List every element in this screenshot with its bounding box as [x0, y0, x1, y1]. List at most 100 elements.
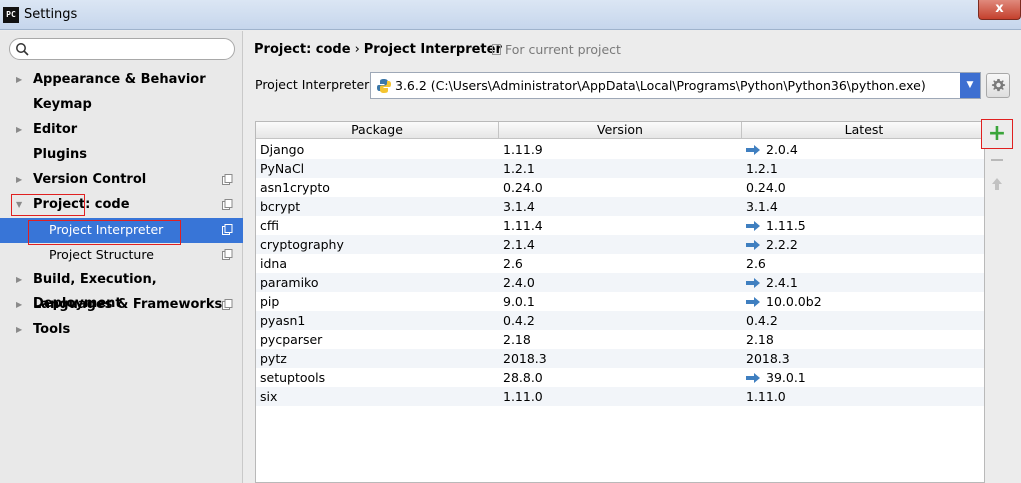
upgrade-arrow-icon	[746, 297, 760, 307]
package-latest: 2018.3	[746, 349, 790, 368]
sidebar-item-build-execution-deployment[interactable]: ▶ Build, Execution, Deployment	[0, 268, 243, 311]
sidebar-item-appearance-behavior[interactable]: ▶ Appearance & Behavior	[0, 68, 243, 93]
table-row[interactable]: setuptools 28.8.0 39.0.1	[256, 368, 984, 387]
package-latest-value: 2.2.2	[766, 237, 798, 252]
sidebar-item-plugins[interactable]: Plugins	[0, 143, 243, 168]
table-row[interactable]: idna 2.6 2.6	[256, 254, 984, 273]
package-version: 2.1.4	[503, 237, 535, 252]
breadcrumb-current: Project Interpreter	[363, 42, 502, 57]
breadcrumb-separator: ›	[354, 42, 360, 57]
package-name: asn1crypto	[260, 180, 330, 195]
project-scope-icon	[222, 249, 233, 260]
sidebar-item-languages-frameworks[interactable]: ▶ Languages & Frameworks	[0, 293, 243, 318]
sidebar-item-label: Plugins	[33, 147, 87, 162]
close-button[interactable]: x	[978, 0, 1021, 20]
expand-arrow-icon[interactable]: ▶	[16, 168, 22, 192]
upgrade-package-button[interactable]	[989, 177, 1005, 191]
project-scope-icon	[222, 199, 233, 210]
sidebar-item-label: Editor	[33, 122, 78, 137]
package-latest: 3.1.4	[746, 197, 778, 216]
package-latest: 2.18	[746, 330, 774, 349]
install-package-button[interactable]: +	[981, 119, 1013, 149]
package-name: paramiko	[260, 275, 319, 290]
sidebar-item-tools[interactable]: ▶ Tools	[0, 318, 243, 343]
package-latest-value: 1.11.0	[746, 389, 786, 404]
uninstall-package-button[interactable]	[991, 159, 1003, 161]
title-bar: PC Settings x	[0, 0, 1021, 30]
package-name: cffi	[260, 218, 279, 233]
package-latest: 0.24.0	[746, 178, 786, 197]
package-name: pycparser	[260, 332, 323, 347]
package-name: pytz	[260, 351, 287, 366]
table-row[interactable]: cffi 1.11.4 1.11.5	[256, 216, 984, 235]
package-name: pyasn1	[260, 313, 306, 328]
sidebar-item-editor[interactable]: ▶ Editor	[0, 118, 243, 143]
package-latest-value: 1.11.5	[766, 218, 806, 233]
package-name: PyNaCl	[260, 161, 305, 176]
package-latest-value: 39.0.1	[766, 370, 806, 385]
package-version: 2.4.0	[503, 275, 535, 290]
table-row[interactable]: bcrypt 3.1.4 3.1.4	[256, 197, 984, 216]
package-name: bcrypt	[260, 199, 301, 214]
table-row[interactable]: pytz 2018.3 2018.3	[256, 349, 984, 368]
expand-arrow-icon[interactable]: ▶	[16, 118, 22, 142]
dropdown-arrow-icon[interactable]: ▼	[960, 73, 980, 98]
sidebar-item-label: Tools	[33, 322, 71, 337]
package-latest-value: 0.4.2	[746, 313, 778, 328]
table-header: Package Version Latest	[256, 122, 984, 139]
table-row[interactable]: pyasn1 0.4.2 0.4.2	[256, 311, 984, 330]
table-row[interactable]: six 1.11.0 1.11.0	[256, 387, 984, 406]
search-icon	[16, 43, 29, 56]
upgrade-arrow-icon	[746, 221, 760, 231]
table-row[interactable]: cryptography 2.1.4 2.2.2	[256, 235, 984, 254]
column-header-latest[interactable]: Latest	[742, 122, 984, 139]
package-latest-value: 2.18	[746, 332, 774, 347]
table-row[interactable]: pycparser 2.18 2.18	[256, 330, 984, 349]
project-scope-icon	[492, 44, 501, 55]
expand-arrow-icon[interactable]: ▶	[16, 268, 22, 292]
sidebar-item-keymap[interactable]: Keymap	[0, 93, 243, 118]
breadcrumb-parent: Project: code	[254, 42, 351, 57]
upgrade-arrow-icon	[746, 278, 760, 288]
settings-sidebar: ▶ Appearance & Behavior Keymap ▶ Editor …	[0, 31, 243, 483]
sidebar-item-project-interpreter[interactable]: Project Interpreter	[0, 218, 243, 243]
package-name: idna	[260, 256, 287, 271]
table-row[interactable]: Django 1.11.9 2.0.4	[256, 140, 984, 159]
interpreter-dropdown[interactable]: 3.6.2 (C:\Users\Administrator\AppData\Lo…	[370, 72, 981, 99]
upgrade-arrow-icon	[746, 240, 760, 250]
gear-icon	[991, 78, 1006, 92]
table-row[interactable]: paramiko 2.4.0 2.4.1	[256, 273, 984, 292]
package-latest-value: 10.0.0b2	[766, 294, 822, 309]
package-latest: 2.6	[746, 254, 766, 273]
sidebar-item-version-control[interactable]: ▶ Version Control	[0, 168, 243, 193]
package-latest: 1.11.5	[746, 216, 806, 235]
sidebar-item-label: Project Interpreter	[49, 222, 164, 237]
table-row[interactable]: asn1crypto 0.24.0 0.24.0	[256, 178, 984, 197]
sidebar-item-label: Project Structure	[49, 247, 154, 262]
package-latest: 2.0.4	[746, 140, 798, 159]
interpreter-settings-button[interactable]	[986, 73, 1010, 98]
package-latest-value: 2.6	[746, 256, 766, 271]
interpreter-label: Project Interpreter:	[255, 77, 374, 92]
python-icon	[377, 79, 391, 93]
column-header-version[interactable]: Version	[499, 122, 742, 139]
for-current-project-note: For current project	[492, 42, 621, 57]
add-icon: +	[987, 121, 1007, 146]
search-input[interactable]	[9, 38, 235, 60]
table-row[interactable]: PyNaCl 1.2.1 1.2.1	[256, 159, 984, 178]
package-version: 1.11.9	[503, 142, 543, 157]
table-row[interactable]: pip 9.0.1 10.0.0b2	[256, 292, 984, 311]
collapse-arrow-icon[interactable]: ▼	[16, 193, 22, 217]
sidebar-item-project-structure[interactable]: Project Structure	[0, 243, 243, 268]
package-version: 1.11.0	[503, 389, 543, 404]
package-latest-value: 3.1.4	[746, 199, 778, 214]
project-scope-icon	[222, 299, 233, 310]
sidebar-item-project-code[interactable]: ▼ Project: code	[0, 193, 243, 218]
package-latest: 10.0.0b2	[746, 292, 822, 311]
column-header-package[interactable]: Package	[256, 122, 499, 139]
sidebar-item-label: Version Control	[33, 172, 147, 187]
expand-arrow-icon[interactable]: ▶	[16, 318, 22, 342]
expand-arrow-icon[interactable]: ▶	[16, 293, 22, 317]
expand-arrow-icon[interactable]: ▶	[16, 68, 22, 92]
package-table[interactable]: Package Version Latest Django 1.11.9 2.0.4…	[255, 121, 985, 483]
